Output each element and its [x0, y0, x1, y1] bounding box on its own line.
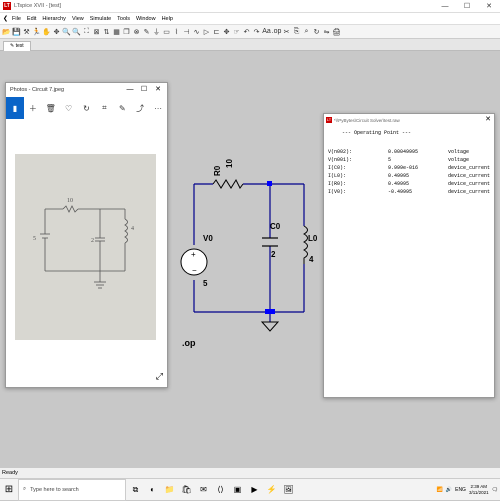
node-ground-b[interactable]	[270, 309, 275, 314]
result-name: V(n001):	[328, 157, 353, 163]
cap-name-label[interactable]: C0	[270, 222, 280, 231]
circuit-photo[interactable]: 10 5 2 4	[15, 154, 156, 340]
favorite-icon[interactable]: ♡	[60, 97, 78, 119]
taskbar-search-box[interactable]: ⌕ Type here to search	[18, 478, 126, 501]
delete-icon[interactable]: 🗑	[42, 97, 60, 119]
op-header: --- Operating Point ---	[342, 130, 412, 136]
ltspice-taskbar-icon[interactable]: ⚡	[264, 482, 279, 498]
search-icon: ⌕	[23, 486, 27, 492]
media-icon[interactable]: ▶	[247, 482, 262, 498]
result-type: voltage	[448, 149, 470, 155]
gallery-icon[interactable]: ▣	[230, 482, 245, 498]
ind-name-label[interactable]: L0	[308, 234, 317, 243]
volume-icon[interactable]: 🔊	[446, 487, 452, 493]
resistor-name-label[interactable]: R0	[213, 166, 222, 176]
ltspice-small-icon: LT	[326, 117, 332, 123]
language-indicator[interactable]: ENG	[455, 487, 466, 493]
resistor-r0[interactable]	[212, 178, 244, 189]
inductor-l0[interactable]	[302, 225, 308, 264]
windows-taskbar: ⊞ ⌕ Type here to search ⧉ ◐ 📁 🛍 ✉ ⟨⟩ ▣ ▶…	[0, 478, 500, 501]
notification-icon[interactable]: 🗨	[492, 487, 498, 493]
search-placeholder: Type here to search	[30, 486, 79, 493]
status-bar: Ready	[0, 468, 500, 478]
start-button-icon[interactable]: ⊞	[0, 479, 18, 501]
result-value: 9.999e-016	[388, 165, 419, 171]
rotate-icon[interactable]: ↻	[78, 97, 96, 119]
result-row: V(n002): 0.00049995 voltage	[328, 149, 484, 155]
result-name: I(V0):	[328, 189, 347, 195]
photos-maximize-button[interactable]: ☐	[137, 83, 151, 97]
photos-toolbar: ▮ ＋ 🗑 ♡ ↻ ⌗ ✎ ⤴ ···	[6, 97, 167, 119]
result-type: device_current	[448, 189, 491, 195]
hand-drawn-circuit: 10 5 2 4	[33, 198, 134, 289]
result-name: I(C0):	[328, 165, 347, 171]
result-row: I(V0): -0.49995 device_current	[328, 189, 491, 195]
node-ground-a[interactable]	[265, 309, 270, 314]
result-name: V(n002):	[328, 149, 353, 155]
task-view-icon[interactable]: ⧉	[128, 482, 143, 498]
ind-value-label[interactable]: 4	[309, 255, 313, 264]
result-name: I(R0):	[328, 181, 347, 187]
op-directive[interactable]: .op	[182, 338, 196, 348]
photo-resistor-label: 10	[67, 198, 73, 204]
more-icon[interactable]: ···	[149, 97, 167, 119]
expand-icon[interactable]: ⤢	[156, 371, 163, 382]
photos-taskbar-icon[interactable]: 🖼	[281, 482, 296, 498]
edit-icon[interactable]: ✎	[113, 97, 131, 119]
result-value: 0.00049995	[388, 149, 419, 155]
operating-point-window: LT *\\PyBytes\Circuit Solver\test.raw ✕ …	[323, 113, 495, 398]
result-row: I(L0): 0.49995 device_current	[328, 173, 491, 179]
store-icon[interactable]: 🛍	[179, 482, 194, 498]
output-title-bar: LT *\\PyBytes\Circuit Solver\test.raw	[324, 114, 494, 126]
result-value: 5	[388, 157, 392, 163]
result-row: V(n001): 5 voltage	[328, 157, 484, 163]
mail-icon[interactable]: ✉	[196, 482, 211, 498]
source-name-label[interactable]: V0	[203, 234, 213, 243]
clock-date: 3/11/2021	[468, 490, 489, 495]
photo-supply-label: 5	[33, 236, 36, 242]
result-value: -0.49995	[388, 189, 413, 195]
photo-cap-label: 2	[91, 238, 94, 244]
result-type: device_current	[448, 173, 491, 179]
zoom-in-icon[interactable]: ＋	[24, 97, 42, 119]
source-plus-sign: +	[191, 250, 196, 259]
result-row: I(R0): 0.49995 device_current	[328, 181, 491, 187]
photos-window-controls: — ☐ ✕	[123, 83, 165, 97]
ground-symbol[interactable]	[260, 321, 280, 332]
photos-close-button[interactable]: ✕	[151, 83, 165, 97]
clock[interactable]: 2:39 AM 3/11/2021	[469, 484, 489, 496]
photo-ind-label: 4	[131, 226, 134, 232]
crop-icon[interactable]: ⌗	[95, 97, 113, 119]
file-explorer-icon[interactable]: 📁	[162, 482, 177, 498]
output-close-button[interactable]: ✕	[485, 115, 491, 123]
result-value: 0.49995	[388, 181, 410, 187]
photos-minimize-button[interactable]: —	[123, 83, 137, 97]
save-copy-icon[interactable]: ▮	[6, 97, 24, 119]
result-type: device_current	[448, 165, 491, 171]
source-minus-sign: −	[192, 266, 197, 275]
system-tray: 📶 🔊 ENG 2:39 AM 3/11/2021 🗨	[437, 479, 498, 501]
capacitor-c0[interactable]	[262, 237, 278, 247]
result-value: 0.49995	[388, 173, 410, 179]
cap-value-label[interactable]: 2	[271, 250, 275, 259]
result-name: I(L0):	[328, 173, 347, 179]
network-icon[interactable]: 📶	[437, 487, 443, 493]
vscode-icon[interactable]: ⟨⟩	[213, 482, 228, 498]
source-value-label[interactable]: 5	[203, 279, 207, 288]
photos-window: Photos - Circuit 7.jpeg — ☐ ✕ ▮ ＋ 🗑 ♡ ↻ …	[5, 82, 168, 388]
resistor-value-label[interactable]: 10	[225, 159, 234, 168]
node-n001[interactable]	[267, 181, 272, 186]
result-type: voltage	[448, 157, 470, 163]
edge-icon[interactable]: ◐	[145, 482, 160, 498]
share-icon[interactable]: ⤴	[131, 97, 149, 119]
result-type: device_current	[448, 181, 491, 187]
output-title: *\\PyBytes\Circuit Solver\test.raw	[334, 117, 400, 123]
result-row: I(C0): 9.999e-016 device_current	[328, 165, 491, 171]
